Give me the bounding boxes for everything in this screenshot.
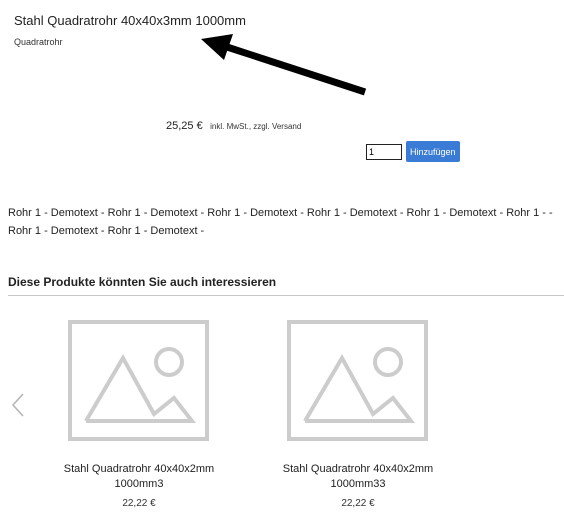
product-price: 25,25 €: [166, 120, 203, 132]
price-note: inkl. MwSt., zzgl. Versand: [210, 122, 302, 131]
image-placeholder-icon[interactable]: [68, 320, 209, 441]
annotation-arrow-icon: [201, 34, 367, 96]
related-product-price: 22,22 €: [122, 498, 156, 509]
product-description: Rohr 1 - Demotext - Rohr 1 - Demotext - …: [8, 207, 553, 237]
add-to-cart-button[interactable]: Hinzufügen: [406, 141, 460, 162]
price-row: 25,25 € inkl. MwSt., zzgl. Versand: [166, 116, 301, 134]
product-category: Quadratrohr: [14, 37, 63, 47]
section-divider: [8, 295, 564, 296]
quantity-input[interactable]: [366, 143, 402, 160]
add-to-cart-row: Hinzufügen: [366, 141, 460, 162]
related-product-card[interactable]: Stahl Quadratrohr 40x40x2mm 1000mm3 22,2…: [59, 320, 219, 509]
image-placeholder-icon[interactable]: [287, 320, 428, 441]
related-product-title[interactable]: Stahl Quadratrohr 40x40x2mm 1000mm3: [59, 462, 219, 492]
product-title: Stahl Quadratrohr 40x40x3mm 1000mm: [14, 13, 246, 28]
chevron-left-icon[interactable]: [10, 392, 28, 418]
related-product-card[interactable]: Stahl Quadratrohr 40x40x2mm 1000mm33 22,…: [278, 320, 438, 509]
related-product-price: 22,22 €: [341, 498, 375, 509]
related-product-title[interactable]: Stahl Quadratrohr 40x40x2mm 1000mm33: [278, 462, 438, 492]
related-products-heading: Diese Produkte könnten Sie auch interess…: [8, 275, 277, 289]
